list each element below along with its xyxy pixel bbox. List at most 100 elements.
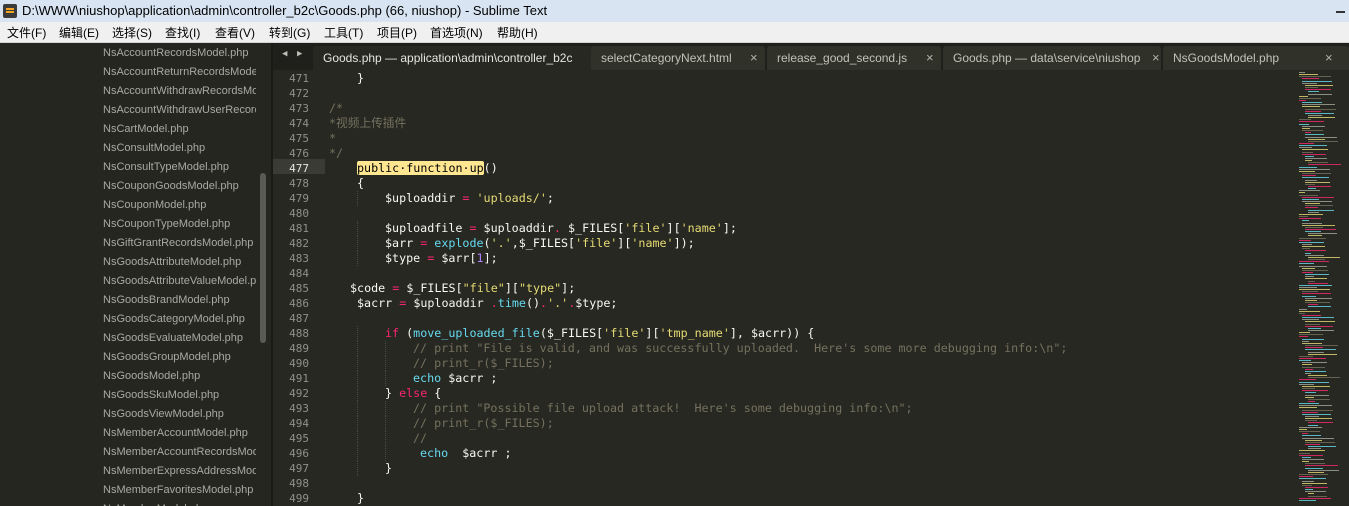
- minimap-line: [1305, 181, 1330, 183]
- menu-item[interactable]: 工具(T): [324, 24, 363, 41]
- sidebar-file-item[interactable]: NsAccountReturnRecordsModel.php: [103, 63, 256, 82]
- sidebar-file-item[interactable]: NsMemberExpressAddressModel.php: [103, 462, 256, 481]
- close-icon[interactable]: ×: [926, 50, 934, 65]
- sublime-window: D:\WWW\niushop\application\admin\control…: [0, 0, 1349, 506]
- minimap-line: [1308, 306, 1331, 308]
- line-number: 494: [289, 417, 309, 430]
- sidebar-file-item[interactable]: NsGoodsViewModel.php: [103, 405, 256, 424]
- code-token: echo: [420, 446, 449, 460]
- minimap-line: [1305, 278, 1327, 280]
- code-token: 'tmp_name': [659, 326, 730, 340]
- indent-guide: [385, 371, 386, 386]
- code-line: */: [329, 146, 343, 161]
- minimap-line: [1305, 443, 1320, 445]
- minimap-line: [1302, 198, 1319, 200]
- minimap-line: [1299, 310, 1320, 312]
- menu-item[interactable]: 查看(V): [215, 24, 255, 41]
- sidebar-file-item[interactable]: NsMemberAccountModel.php: [103, 424, 256, 443]
- minimap-line: [1302, 340, 1309, 342]
- tab-2[interactable]: selectCategoryNext.html ×: [591, 46, 765, 70]
- menu-item[interactable]: 项目(P): [377, 24, 417, 41]
- indent-guide: [357, 356, 358, 371]
- indent-guide: [385, 356, 386, 371]
- minimap-line: [1305, 370, 1326, 372]
- minimap-line: [1302, 319, 1319, 321]
- minimap[interactable]: [1295, 70, 1349, 506]
- indent-guide: [385, 341, 386, 356]
- menu-item[interactable]: 查找(I): [165, 24, 200, 41]
- tab-3[interactable]: release_good_second.js ×: [767, 46, 941, 70]
- minimap-line: [1308, 330, 1334, 331]
- code-line: }: [357, 71, 364, 86]
- code-token: // print "Possible file upload attack! H…: [413, 401, 913, 415]
- sidebar-file-item[interactable]: NsGoodsCategoryModel.php: [103, 310, 256, 329]
- tab-scroll-left-icon[interactable]: ◀: [282, 49, 287, 59]
- menu-item[interactable]: 转到(G): [269, 24, 310, 41]
- minimap-line: [1299, 168, 1330, 170]
- minimap-line: [1302, 201, 1332, 202]
- code-line: public·function·up(): [357, 161, 498, 176]
- minimap-line: [1305, 274, 1329, 276]
- close-icon[interactable]: ×: [1325, 50, 1333, 65]
- sidebar-file-item[interactable]: NsConsultModel.php: [103, 139, 256, 158]
- minimap-line: [1302, 151, 1313, 153]
- sidebar-file-item[interactable]: NsGoodsGroupModel.php: [103, 348, 256, 367]
- code-area[interactable]: }/* *视频上传插件 * */public·function·up(){$uploa…: [329, 70, 1295, 506]
- line-number: 497: [289, 462, 309, 475]
- tab-5[interactable]: NsGoodsModel.php ×: [1163, 46, 1349, 70]
- code-token: $uploaddir: [476, 221, 554, 235]
- code-editor[interactable]: 471 472 473 474 475 476 477 478 479 480 481 482 483 4…: [273, 70, 1295, 506]
- menu-item[interactable]: 帮助(H): [497, 24, 538, 41]
- menu-item[interactable]: 选择(S): [112, 24, 152, 41]
- sidebar-file-item[interactable]: NsCouponGoodsModel.php: [103, 177, 256, 196]
- tab-1[interactable]: Goods.php — application\admin\controller…: [313, 46, 593, 70]
- sidebar-file-item[interactable]: NsGoodsBrandModel.php: [103, 291, 256, 310]
- minimap-line: [1299, 265, 1327, 267]
- close-icon[interactable]: ×: [1152, 50, 1160, 65]
- tab-scroll-right-icon[interactable]: ▶: [297, 49, 302, 59]
- minimap-line: [1305, 179, 1317, 181]
- sidebar-file-item[interactable]: NsAccountWithdrawRecordsModel.php: [103, 82, 256, 101]
- code-token: ,$_FILES[: [511, 236, 576, 250]
- sidebar-file-item[interactable]: NsGoodsSkuModel.php: [103, 386, 256, 405]
- minimap-line: [1299, 452, 1310, 454]
- sidebar-file-item[interactable]: NsGoodsModel.php: [103, 367, 256, 386]
- menu-item[interactable]: 首选项(N): [430, 24, 483, 41]
- line-number: 495: [289, 432, 309, 445]
- minimap-line: [1299, 76, 1331, 78]
- sidebar-file-item[interactable]: NsCouponModel.php: [103, 196, 256, 215]
- minimap-line: [1308, 398, 1330, 400]
- minimap-line: [1308, 377, 1340, 379]
- sidebar-scrollbar[interactable]: [260, 173, 266, 343]
- sidebar-file-item[interactable]: NsMemberModel.php: [103, 500, 256, 506]
- sidebar-file-item[interactable]: NsMemberFavoritesModel.php: [103, 481, 256, 500]
- sidebar-file-item[interactable]: NsAccountWithdrawUserRecordsModel.php: [103, 101, 256, 120]
- tab-4[interactable]: Goods.php — data\service\niushop ×: [943, 46, 1161, 70]
- code-token: ]);: [673, 236, 695, 250]
- code-line: $code = $_FILES["file"]["type"];: [350, 281, 575, 296]
- minimap-line: [1302, 364, 1312, 366]
- minimap-line: [1302, 127, 1310, 129]
- sidebar-file-item[interactable]: NsGoodsAttributeModel.php: [103, 253, 256, 272]
- sidebar-file-item[interactable]: NsCouponTypeModel.php: [103, 215, 256, 234]
- code-token: '.': [490, 236, 512, 250]
- indent-guide: [357, 446, 358, 461]
- minimap-line: [1299, 121, 1324, 123]
- sidebar-file-item[interactable]: NsConsultTypeModel.php: [103, 158, 256, 177]
- sidebar-file-item[interactable]: NsGoodsAttributeValueModel.php: [103, 272, 256, 291]
- sidebar-file-item[interactable]: NsCartModel.php: [103, 120, 256, 139]
- minimap-line: [1302, 173, 1331, 175]
- sidebar-file-item[interactable]: NsMemberAccountRecordsModel.php: [103, 443, 256, 462]
- menu-item[interactable]: 编辑(E): [59, 24, 99, 41]
- code-token: else: [399, 386, 428, 400]
- menu-item[interactable]: 文件(F): [7, 24, 46, 41]
- sidebar-file-item[interactable]: NsGoodsEvaluateModel.php: [103, 329, 256, 348]
- code-token: "type": [518, 281, 562, 295]
- sidebar-file-item[interactable]: NsGiftGrantRecordsModel.php: [103, 234, 256, 253]
- indent-guide: [357, 236, 358, 251]
- close-icon[interactable]: ×: [750, 50, 758, 65]
- minimize-button[interactable]: [1331, 0, 1349, 20]
- sidebar-file-item[interactable]: NsAccountRecordsModel.php: [103, 44, 256, 63]
- code-token: // print "File is valid, and was success…: [413, 341, 1068, 355]
- code-token: ($_FILES[: [539, 326, 604, 340]
